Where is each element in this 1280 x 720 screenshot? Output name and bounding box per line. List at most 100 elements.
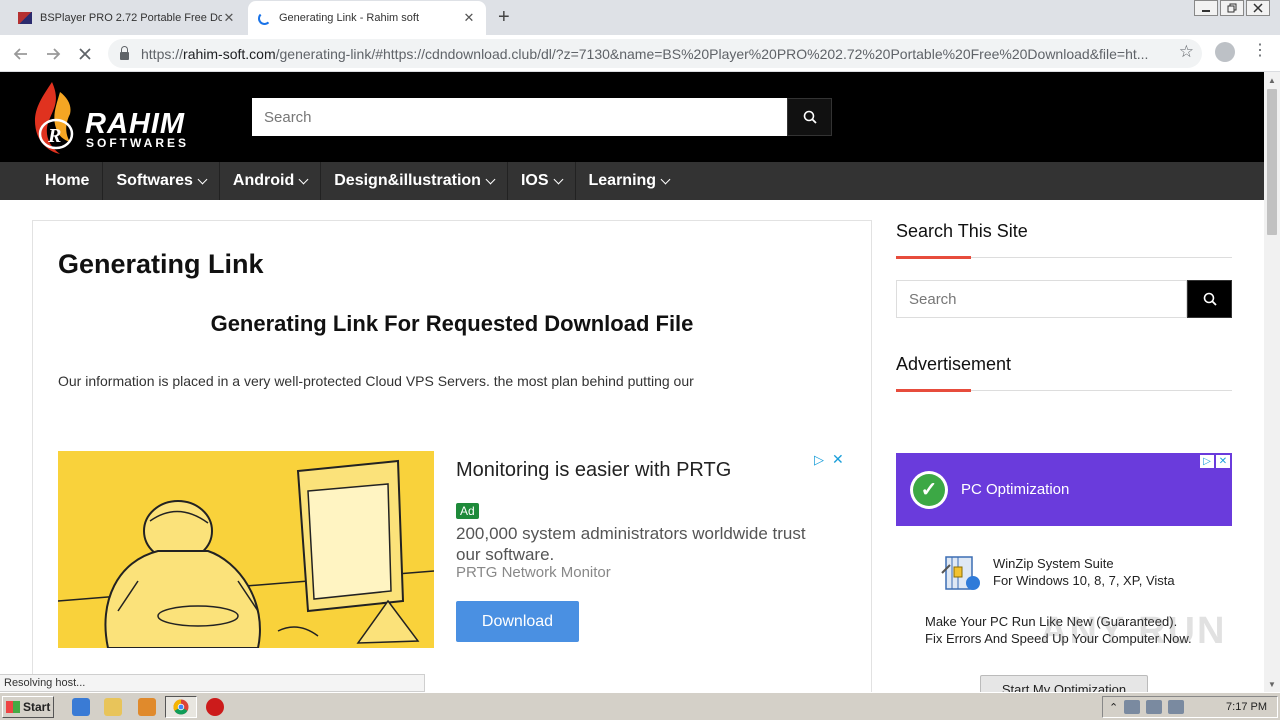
- system-tray: ⌃ 7:17 PM: [1102, 696, 1278, 718]
- browser-toolbar: https://rahim-soft.com/generating-link/#…: [0, 35, 1280, 72]
- close-window-button[interactable]: [1246, 0, 1270, 16]
- tab-title: BSPlayer PRO 2.72 Portable Free Do: [40, 12, 222, 24]
- svg-text:R: R: [47, 125, 61, 147]
- scroll-up-arrow-icon[interactable]: ▲: [1264, 72, 1280, 88]
- tab-generating-link[interactable]: Generating Link - Rahim soft ✕: [248, 1, 486, 35]
- nav-label: Android: [232, 172, 295, 189]
- network-icon[interactable]: [1124, 700, 1141, 714]
- header-search-input[interactable]: [252, 98, 787, 136]
- scroll-down-arrow-icon[interactable]: ▼: [1264, 676, 1280, 692]
- product-platforms: For Windows 10, 8, 7, XP, Vista: [993, 573, 1175, 588]
- sidebar-search-button[interactable]: [1187, 280, 1232, 318]
- main-navigation: Home Softwares Android Design&illustrati…: [0, 162, 1264, 200]
- url-text: https://rahim-soft.com/generating-link/#…: [141, 46, 1151, 62]
- flame-logo-icon: R: [34, 82, 74, 154]
- ad-advertiser[interactable]: PRTG Network Monitor: [456, 564, 611, 581]
- nav-label: Home: [45, 172, 90, 189]
- nav-label: IOS: [520, 172, 549, 189]
- widget-divider: [896, 256, 1232, 259]
- banner-text: PC Optimization: [961, 481, 1070, 498]
- profile-avatar[interactable]: [1215, 42, 1235, 62]
- ad-download-button[interactable]: Download: [456, 601, 579, 642]
- address-bar[interactable]: https://rahim-soft.com/generating-link/#…: [108, 39, 1202, 68]
- taskbar-clock[interactable]: 7:17 PM: [1226, 701, 1267, 713]
- ad-close-icon[interactable]: ✕: [832, 451, 844, 468]
- new-tab-button[interactable]: +: [498, 6, 510, 29]
- tray-expand-icon[interactable]: ⌃: [1109, 701, 1118, 714]
- bsplayer-favicon-icon: [18, 12, 32, 24]
- restore-button[interactable]: [1220, 0, 1244, 16]
- tab-title: Generating Link - Rahim soft: [279, 12, 420, 24]
- ad-body: 200,000 system administrators worldwide …: [456, 524, 806, 564]
- ad-illustration[interactable]: [58, 451, 434, 648]
- volume-icon[interactable]: [1146, 700, 1163, 714]
- url-scheme: https://: [141, 45, 184, 62]
- checkmark-badge-icon: ✓: [910, 470, 948, 509]
- nav-item-home[interactable]: Home: [32, 162, 104, 200]
- sidebar-search-input[interactable]: [896, 280, 1187, 318]
- adchoices-icon[interactable]: ▷: [814, 452, 824, 468]
- minimize-button[interactable]: [1194, 0, 1218, 16]
- nav-item-android[interactable]: Android: [220, 162, 322, 200]
- site-header: R RAHIM SOFTWARES: [0, 72, 1264, 162]
- page-scrollbar[interactable]: ▲ ▼: [1264, 72, 1280, 692]
- bookmark-star-icon[interactable]: ☆: [1179, 42, 1194, 62]
- start-label: Start: [23, 700, 51, 714]
- header-search-button[interactable]: [787, 98, 832, 136]
- windows-logo-icon: [6, 701, 20, 713]
- windows-taskbar: Start ⌃ 7:17 PM: [0, 692, 1280, 720]
- forward-button[interactable]: [40, 41, 66, 67]
- forward-arrow-icon: [47, 48, 61, 60]
- stop-icon: [79, 48, 91, 60]
- ad-close-icon[interactable]: ✕: [1216, 455, 1230, 468]
- nav-label: Learning: [588, 172, 657, 189]
- site-logo[interactable]: R RAHIM SOFTWARES: [30, 78, 220, 158]
- tab-bsplayer[interactable]: BSPlayer PRO 2.72 Portable Free Do ✕: [8, 1, 246, 35]
- chevron-down-icon: [660, 174, 671, 184]
- start-button[interactable]: Start: [2, 696, 54, 718]
- browser-menu-icon[interactable]: ⋮: [1252, 40, 1268, 60]
- internet-explorer-icon[interactable]: [72, 698, 90, 716]
- taskbar-chrome-button[interactable]: [165, 696, 197, 718]
- page-title: Generating Link: [58, 249, 264, 279]
- back-button[interactable]: [8, 41, 34, 67]
- watermark: ANY RUN: [1040, 610, 1227, 652]
- close-icon: [1253, 3, 1263, 13]
- browser-status-bubble: Resolving host...: [0, 674, 425, 692]
- folder-icon[interactable]: [104, 698, 122, 716]
- sidebar-search-title: Search This Site: [896, 221, 1028, 241]
- stop-loading-button[interactable]: [72, 41, 98, 67]
- search-icon: [1203, 292, 1217, 306]
- chevron-down-icon: [197, 174, 208, 184]
- logo-subtitle: SOFTWARES: [86, 136, 190, 150]
- frustrated-admin-illustration: [58, 451, 434, 648]
- nav-item-learning[interactable]: Learning: [576, 162, 683, 200]
- ad-headline[interactable]: Monitoring is easier with PRTG: [456, 459, 731, 482]
- nav-item-design-illustration[interactable]: Design&illustration: [321, 162, 508, 200]
- back-arrow-icon: [13, 48, 27, 60]
- restore-icon: [1227, 3, 1237, 13]
- flag-icon[interactable]: [1168, 700, 1185, 714]
- product-name: WinZip System Suite: [993, 556, 1114, 571]
- ad-choices: ▷ ✕: [1200, 455, 1230, 468]
- tab-close-icon[interactable]: ✕: [462, 10, 476, 26]
- nav-label: Softwares: [116, 172, 193, 189]
- adchoices-icon[interactable]: ▷: [1200, 455, 1214, 468]
- nav-item-softwares[interactable]: Softwares: [103, 162, 220, 200]
- prtg-ad[interactable]: Monitoring is easier with PRTG ▷ ✕ Ad 20…: [58, 451, 848, 648]
- media-player-icon[interactable]: [138, 698, 156, 716]
- scrollbar-thumb[interactable]: [1267, 89, 1277, 235]
- pc-optimization-banner[interactable]: ✓ PC Optimization ▷ ✕: [896, 453, 1232, 526]
- nav-item-ios[interactable]: IOS: [508, 162, 576, 200]
- browser-tabstrip: BSPlayer PRO 2.72 Portable Free Do ✕ Gen…: [0, 0, 1280, 35]
- nav-label: Design&illustration: [334, 172, 481, 189]
- article-subtitle: Generating Link For Requested Download F…: [210, 311, 694, 336]
- winzip-system-suite-icon[interactable]: [940, 553, 982, 593]
- chevron-down-icon: [485, 174, 496, 184]
- opera-icon[interactable]: [206, 698, 224, 716]
- window-controls: [1194, 0, 1270, 16]
- url-path: /generating-link/#https://cdndownload.cl…: [275, 45, 1149, 62]
- tab-close-icon[interactable]: ✕: [222, 10, 236, 26]
- lock-icon: [120, 45, 129, 60]
- chrome-icon: [173, 699, 189, 715]
